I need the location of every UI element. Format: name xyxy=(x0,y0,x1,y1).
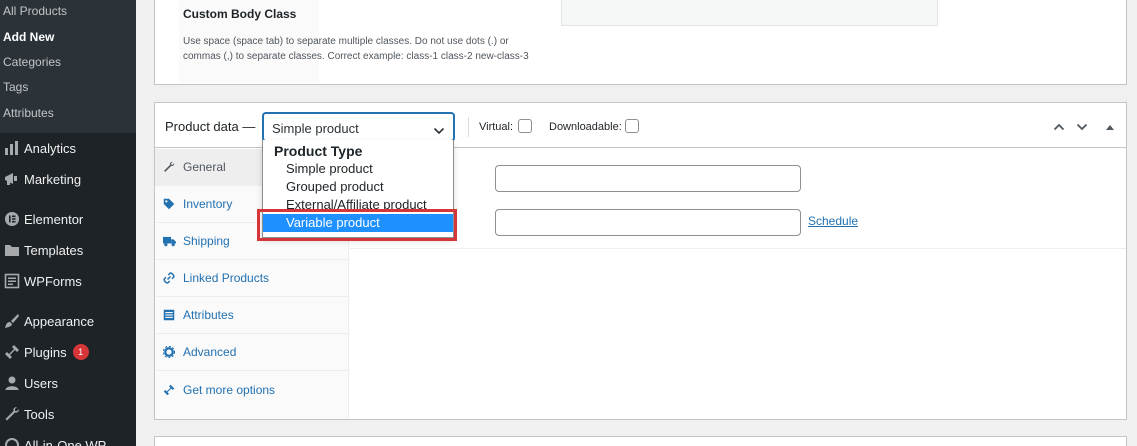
virtual-checkbox[interactable] xyxy=(518,119,532,133)
menu-label: Appearance xyxy=(24,313,95,329)
menu-appearance[interactable]: Appearance xyxy=(0,309,136,333)
option-grouped-product[interactable]: Grouped product xyxy=(263,178,453,196)
downloadable-checkbox[interactable] xyxy=(625,119,639,133)
tab-label: Shipping xyxy=(183,234,230,248)
list-icon xyxy=(155,309,183,321)
menu-label: Analytics xyxy=(24,140,77,156)
menu-plugins[interactable]: Plugins 1 xyxy=(0,340,136,364)
form-icon xyxy=(0,273,24,289)
custom-body-class-input[interactable] xyxy=(561,0,938,26)
tab-label: Get more options xyxy=(183,382,276,397)
menu-label: Elementor xyxy=(24,211,84,227)
submenu-all-products[interactable]: All Products xyxy=(3,4,67,18)
submenu-attributes[interactable]: Attributes xyxy=(3,106,54,120)
tag-icon xyxy=(155,198,183,210)
header-separator xyxy=(468,117,469,137)
truck-icon xyxy=(155,235,183,247)
tab-linked-products[interactable]: Linked Products xyxy=(155,260,349,297)
toggle-panel-icon[interactable] xyxy=(1102,119,1118,135)
plugin-icon xyxy=(0,344,24,360)
virtual-label: Virtual: xyxy=(479,121,514,133)
product-type-value: Simple product xyxy=(272,121,359,136)
link-icon xyxy=(155,272,183,284)
user-icon xyxy=(0,375,24,391)
custom-body-class-box: Custom Body Class Use space (space tab) … xyxy=(154,0,1127,85)
admin-sidebar: All Products Add New Categories Tags Att… xyxy=(0,0,136,446)
paintbrush-icon xyxy=(0,313,24,329)
menu-wpforms[interactable]: WPForms xyxy=(0,269,136,293)
sale-price-input[interactable] xyxy=(495,209,801,236)
update-count-badge: 1 xyxy=(72,344,89,360)
menu-tools[interactable]: Tools xyxy=(0,402,136,426)
plug-icon xyxy=(155,384,183,396)
menu-templates[interactable]: Templates xyxy=(0,238,136,262)
menu-label: Marketing xyxy=(24,171,82,187)
tab-get-more-options[interactable]: Get more options xyxy=(155,371,349,408)
product-data-title: Product data — xyxy=(165,119,256,134)
custom-body-class-description: Use space (space tab) to separate multip… xyxy=(183,36,529,62)
tab-advanced[interactable]: Advanced xyxy=(155,334,349,371)
tab-attributes[interactable]: Attributes xyxy=(155,297,349,334)
menu-analytics[interactable]: Analytics xyxy=(0,136,136,160)
tab-label: Linked Products xyxy=(183,271,270,285)
schedule-link[interactable]: Schedule xyxy=(808,214,858,228)
tab-label: Advanced xyxy=(183,345,237,359)
product-type-select[interactable]: Simple product xyxy=(263,113,454,141)
wrench-icon xyxy=(0,406,24,422)
products-submenu: All Products Add New Categories Tags Att… xyxy=(0,0,136,133)
menu-marketing[interactable]: Marketing xyxy=(0,167,136,191)
menu-label: All-in-One WP xyxy=(24,437,107,446)
megaphone-icon xyxy=(0,171,24,187)
submenu-categories[interactable]: Categories xyxy=(3,55,61,69)
menu-users[interactable]: Users xyxy=(0,371,136,395)
menu-all-in-one-wp[interactable]: All-in-One WP xyxy=(0,433,136,446)
move-up-icon[interactable] xyxy=(1051,119,1067,135)
tab-label: Attributes xyxy=(183,308,234,322)
bar-chart-icon xyxy=(0,140,24,156)
submenu-add-new[interactable]: Add New xyxy=(3,30,54,44)
menu-label: Tools xyxy=(24,406,55,422)
elementor-icon xyxy=(0,211,24,227)
menu-label: WPForms xyxy=(24,273,82,289)
option-simple-product[interactable]: Simple product xyxy=(263,160,453,178)
next-meta-box xyxy=(154,436,1127,446)
annotation-highlight-box xyxy=(257,209,457,241)
custom-body-class-title: Custom Body Class xyxy=(183,7,297,21)
move-down-icon[interactable] xyxy=(1074,119,1090,135)
wrench-icon xyxy=(155,161,183,173)
tab-label: Inventory xyxy=(183,197,233,211)
menu-elementor[interactable]: Elementor xyxy=(0,207,136,231)
menu-label: Users xyxy=(24,375,58,391)
menu-label: Templates xyxy=(24,242,84,258)
chevron-down-icon xyxy=(433,123,445,141)
folder-icon xyxy=(0,242,24,258)
gear-icon xyxy=(155,346,183,358)
migration-icon xyxy=(0,437,24,446)
submenu-tags[interactable]: Tags xyxy=(3,80,28,94)
menu-label: Plugins xyxy=(24,344,67,360)
downloadable-label: Downloadable: xyxy=(549,121,622,133)
dropdown-group-label: Product Type xyxy=(274,143,363,159)
regular-price-input[interactable] xyxy=(495,165,801,192)
general-panel: Schedule xyxy=(350,149,1126,249)
tab-label: General xyxy=(183,160,226,174)
